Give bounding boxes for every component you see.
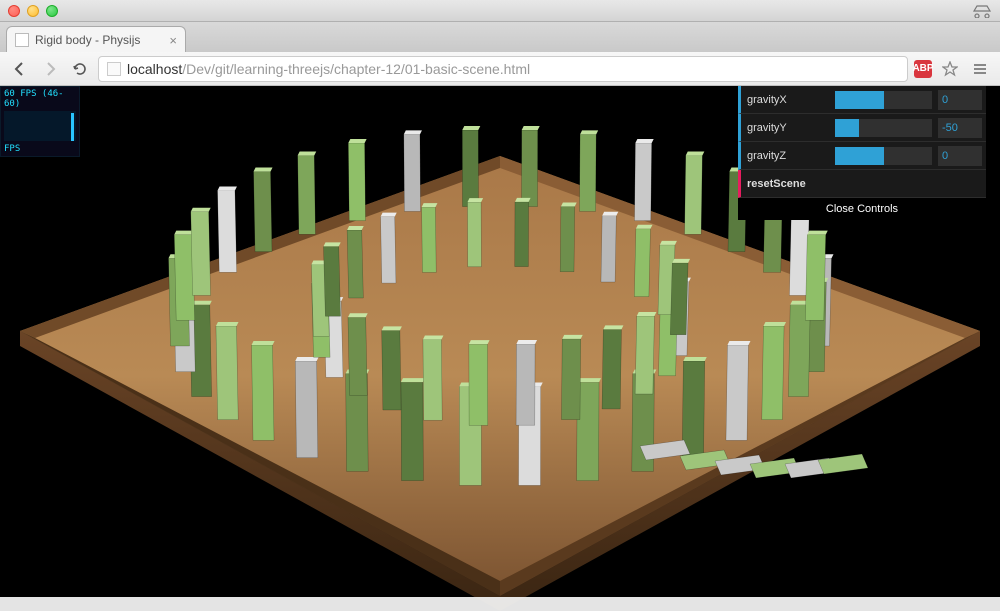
window-titlebar xyxy=(0,0,1000,22)
gui-function-label: resetScene xyxy=(741,178,806,190)
stats-fps-label: FPS xyxy=(4,144,76,154)
gui-row-gravityz: gravityZ 0 xyxy=(738,142,986,170)
forward-button[interactable] xyxy=(38,57,62,81)
traffic-lights xyxy=(8,5,58,17)
gui-close-controls[interactable]: Close Controls xyxy=(738,198,986,220)
gui-row-resetscene[interactable]: resetScene xyxy=(738,170,986,198)
stats-panel[interactable]: 60 FPS (46-60) FPS xyxy=(0,86,80,157)
gui-row-gravityy: gravityY -50 xyxy=(738,114,986,142)
url-path: /Dev/git/learning-threejs/chapter-12/01-… xyxy=(182,61,530,77)
extension-abp-icon[interactable]: ABP xyxy=(914,60,932,78)
tab-strip: Rigid body - Physijs × xyxy=(0,22,1000,52)
browser-tab[interactable]: Rigid body - Physijs × xyxy=(6,26,186,52)
incognito-icon xyxy=(972,4,992,18)
gui-row-gravityx: gravityX 0 xyxy=(738,86,986,114)
reload-button[interactable] xyxy=(68,57,92,81)
gui-slider-gravityx[interactable] xyxy=(835,91,932,109)
gui-slider-gravityy[interactable] xyxy=(835,119,932,137)
page-favicon-icon xyxy=(15,33,29,47)
browser-menu-icon[interactable] xyxy=(968,57,992,81)
back-button[interactable] xyxy=(8,57,32,81)
close-tab-icon[interactable]: × xyxy=(169,33,177,48)
gui-slider-gravityz[interactable] xyxy=(835,147,932,165)
page-viewport: 60 FPS (46-60) FPS gravityX 0 gravityY -… xyxy=(0,86,1000,611)
gui-close-label: Close Controls xyxy=(826,203,898,215)
window-close-button[interactable] xyxy=(8,5,20,17)
gui-value-gravityz[interactable]: 0 xyxy=(938,146,982,166)
gui-label: gravityZ xyxy=(741,150,829,162)
browser-toolbar: localhost /Dev/git/learning-threejs/chap… xyxy=(0,52,1000,86)
address-bar[interactable]: localhost /Dev/git/learning-threejs/chap… xyxy=(98,56,908,82)
gui-value-gravityy[interactable]: -50 xyxy=(938,118,982,138)
window-minimize-button[interactable] xyxy=(27,5,39,17)
horizontal-scrollbar[interactable] xyxy=(0,597,1000,611)
extension-abp-label: ABP xyxy=(912,63,933,74)
gui-value-gravityx[interactable]: 0 xyxy=(938,90,982,110)
gui-label: gravityX xyxy=(741,94,829,106)
window-zoom-button[interactable] xyxy=(46,5,58,17)
tab-title: Rigid body - Physijs xyxy=(35,33,140,47)
page-icon xyxy=(107,62,121,76)
url-host: localhost xyxy=(127,61,182,77)
bookmark-star-icon[interactable] xyxy=(938,57,962,81)
stats-fps-readout: 60 FPS (46-60) xyxy=(4,89,76,109)
datgui-panel: gravityX 0 gravityY -50 gravityZ 0 reset… xyxy=(738,86,986,220)
gui-label: gravityY xyxy=(741,122,829,134)
stats-fps-graph xyxy=(4,111,76,141)
